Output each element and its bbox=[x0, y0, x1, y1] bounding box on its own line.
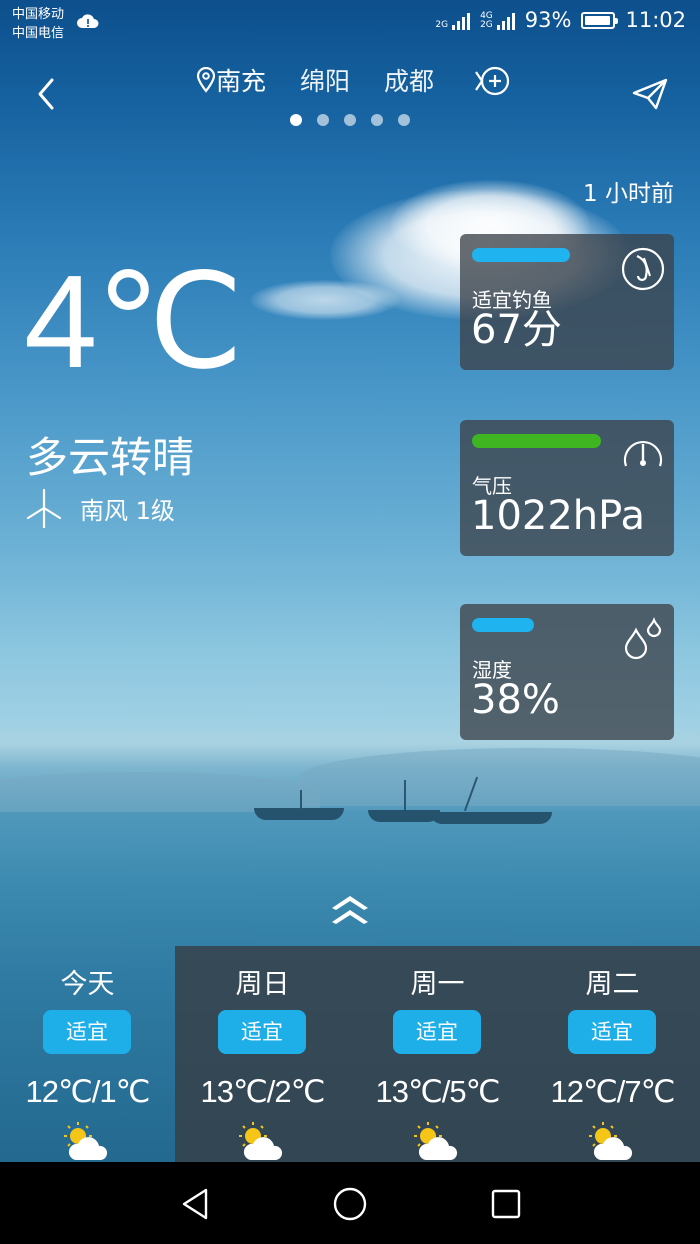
pressure-bar bbox=[472, 434, 601, 448]
status-right: 2G 4G 2G 93% 11:02 bbox=[435, 8, 686, 32]
net-label-1: 2G bbox=[435, 20, 449, 30]
forecast-day-name: 今天 bbox=[60, 969, 115, 1000]
forecast-advice-badge: 适宜 bbox=[393, 1010, 481, 1054]
pressure-card[interactable]: 气压 1022hPa bbox=[460, 420, 674, 556]
location-pin-icon bbox=[196, 67, 216, 93]
share-icon[interactable] bbox=[630, 76, 670, 112]
partly-cloudy-icon bbox=[414, 1122, 458, 1160]
background-mountain bbox=[300, 748, 700, 806]
forecast-strip: 今天适宜 12℃/1℃ 周日适宜 13℃/2℃ 周一适宜 13℃/5℃ 周二适宜 12℃/7℃ bbox=[0, 946, 700, 1162]
status-bar: 中国移动 中国电信 2G 4G 2G 93% 11:02 bbox=[0, 0, 700, 48]
background-boat bbox=[430, 812, 552, 824]
gauge-icon bbox=[623, 440, 663, 467]
net-label-2b: 2G bbox=[480, 20, 493, 30]
battery-fill bbox=[585, 15, 610, 25]
fishing-card[interactable]: 适宜钓鱼 67分 bbox=[460, 234, 674, 370]
nav-back-icon[interactable] bbox=[176, 1184, 216, 1224]
page-dot bbox=[317, 114, 329, 126]
city-tabs: 南充 绵阳 成都 bbox=[196, 62, 434, 98]
carrier-1: 中国移动 bbox=[12, 7, 65, 22]
system-nav-bar bbox=[0, 1162, 700, 1244]
carrier-2: 中国电信 bbox=[12, 26, 65, 41]
background-mountain bbox=[0, 772, 320, 812]
back-icon[interactable] bbox=[28, 70, 68, 118]
forecast-advice-badge: 适宜 bbox=[218, 1010, 306, 1054]
current-temperature: 4℃ bbox=[24, 248, 244, 395]
forecast-day-name: 周二 bbox=[585, 969, 640, 1000]
humidity-bar bbox=[472, 618, 534, 632]
city-label: 成都 bbox=[384, 67, 435, 96]
partly-cloudy-icon bbox=[64, 1122, 108, 1160]
tab-city-nanchong[interactable]: 南充 bbox=[196, 62, 266, 98]
tab-city-mianyang[interactable]: 绵阳 bbox=[300, 62, 350, 98]
add-city-icon[interactable] bbox=[474, 64, 512, 98]
tab-city-chengdu[interactable]: 成都 bbox=[384, 62, 434, 98]
signal-icon: 4G 2G bbox=[480, 10, 515, 30]
card-value: 1022hPa bbox=[471, 493, 645, 539]
page-dot bbox=[371, 114, 383, 126]
background-boat-mast bbox=[404, 780, 406, 810]
background-boat bbox=[254, 808, 344, 820]
battery-percent: 93% bbox=[524, 8, 572, 32]
page-dot bbox=[344, 114, 356, 126]
forecast-day-name: 周一 bbox=[410, 969, 465, 1000]
city-label: 绵阳 bbox=[300, 67, 351, 96]
battery-icon bbox=[581, 11, 619, 29]
card-value: 38% bbox=[471, 677, 560, 723]
weather-condition: 多云转晴 bbox=[26, 433, 195, 482]
forecast-temp-range: 12℃/1℃ bbox=[25, 1074, 151, 1109]
expand-up-icon[interactable] bbox=[330, 892, 370, 928]
nav-recents-icon[interactable] bbox=[486, 1184, 526, 1224]
clock: 11:02 bbox=[625, 8, 686, 32]
humidity-card[interactable]: 湿度 38% bbox=[460, 604, 674, 740]
page-dot bbox=[290, 114, 302, 126]
page-dot bbox=[398, 114, 410, 126]
page-indicator bbox=[290, 114, 410, 126]
card-value: 67分 bbox=[471, 307, 562, 353]
forecast-day[interactable]: 今天适宜 12℃/1℃ bbox=[0, 946, 175, 1162]
droplets-icon bbox=[624, 617, 662, 660]
signal-icon: 2G bbox=[435, 10, 471, 30]
fishing-hook-icon bbox=[621, 247, 665, 291]
net-label-2: 4G 2G bbox=[480, 12, 493, 30]
forecast-temp-range: 12℃/7℃ bbox=[550, 1074, 676, 1109]
background-boat-mast bbox=[300, 790, 302, 810]
wind-turbine-icon bbox=[26, 488, 62, 528]
forecast-temp-range: 13℃/5℃ bbox=[375, 1074, 501, 1109]
fishing-bar bbox=[472, 248, 570, 262]
forecast-day-name: 周日 bbox=[235, 969, 290, 1000]
forecast-day[interactable]: 周二适宜 12℃/7℃ bbox=[525, 946, 700, 1162]
forecast-day[interactable]: 周日适宜 13℃/2℃ bbox=[175, 946, 350, 1162]
partly-cloudy-icon bbox=[589, 1122, 633, 1160]
forecast-day[interactable]: 周一适宜 13℃/5℃ bbox=[350, 946, 525, 1162]
weather-screen: 中国移动 中国电信 2G 4G 2G 93% 11:02 南充 绵阳 成都 1 … bbox=[0, 0, 700, 1162]
background-cloud bbox=[250, 280, 400, 320]
forecast-advice-badge: 适宜 bbox=[43, 1010, 131, 1054]
updated-time: 1 小时前 bbox=[583, 181, 674, 207]
wind-info: 南风 1级 bbox=[24, 488, 175, 528]
cloud-icon bbox=[77, 14, 99, 28]
partly-cloudy-icon bbox=[239, 1122, 283, 1160]
carrier-info: 中国移动 中国电信 bbox=[12, 5, 64, 43]
city-label: 南充 bbox=[216, 67, 267, 96]
wind-text: 南风 1级 bbox=[80, 496, 175, 525]
nav-home-icon[interactable] bbox=[330, 1184, 370, 1224]
forecast-temp-range: 13℃/2℃ bbox=[200, 1074, 326, 1109]
forecast-advice-badge: 适宜 bbox=[568, 1010, 656, 1054]
